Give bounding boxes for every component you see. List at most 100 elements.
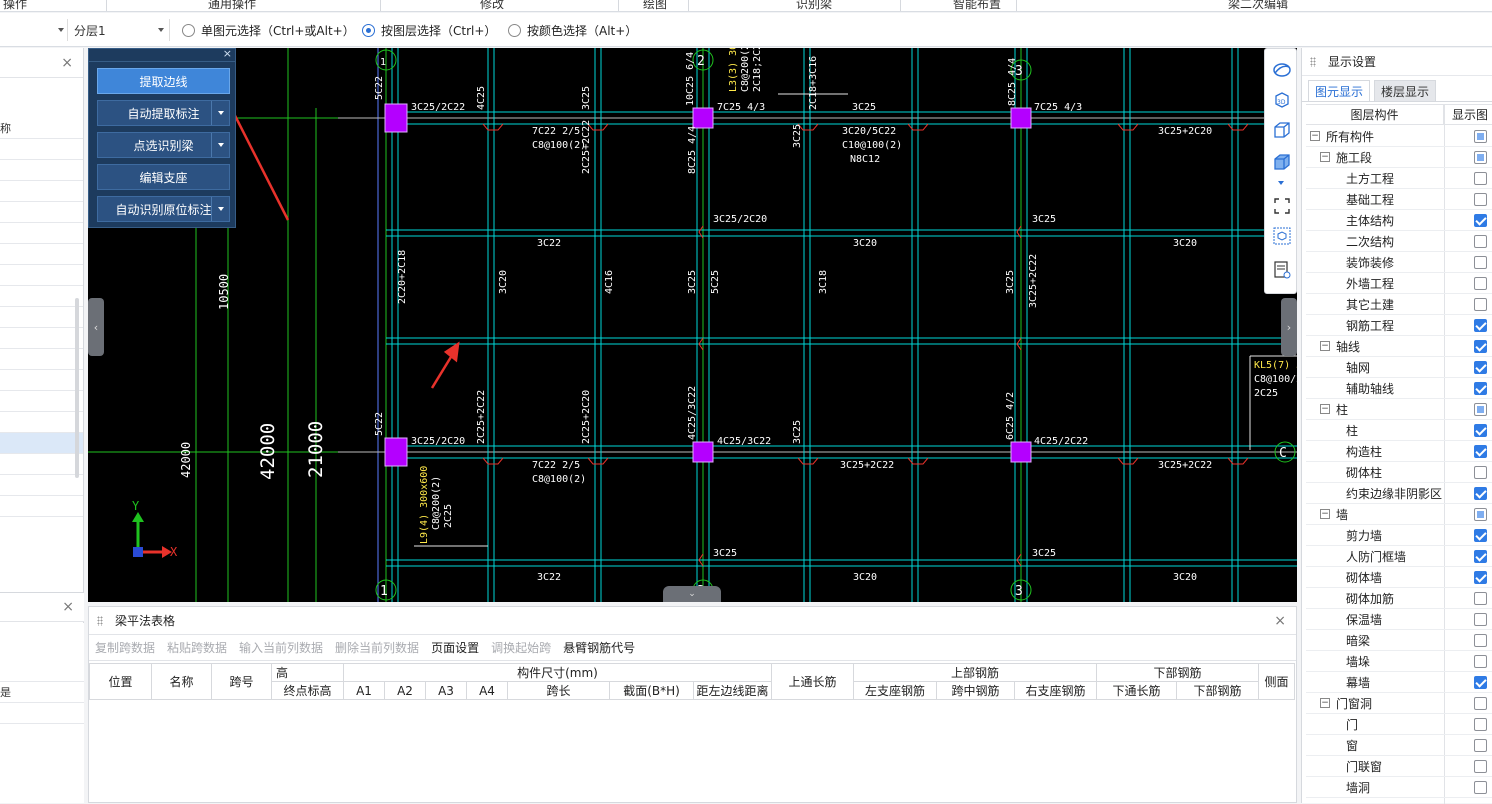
visibility-checkbox[interactable] bbox=[1474, 550, 1487, 563]
pick-identify-beam-button[interactable]: 点选识别梁 bbox=[97, 132, 230, 158]
ribbon-group-identify-beam[interactable]: 识别梁 bbox=[796, 0, 832, 11]
page-setup-button[interactable]: 页面设置 bbox=[431, 639, 479, 656]
left-pane-row[interactable] bbox=[0, 307, 83, 328]
collapse-toggle-icon[interactable]: − bbox=[1320, 341, 1330, 351]
left-pane-row[interactable] bbox=[0, 286, 83, 307]
close-icon[interactable]: × bbox=[1274, 614, 1286, 628]
left-pane-row[interactable]: 称 bbox=[0, 118, 83, 139]
visibility-checkbox[interactable] bbox=[1474, 781, 1487, 794]
left-pane-row-selected[interactable] bbox=[0, 433, 83, 454]
visibility-checkbox[interactable] bbox=[1474, 319, 1487, 332]
tree-row[interactable]: 门 bbox=[1306, 714, 1492, 735]
zoom-extent-icon[interactable] bbox=[1271, 195, 1292, 216]
dropdown-arrow[interactable] bbox=[211, 197, 229, 221]
tree-row[interactable]: − 墙 bbox=[1306, 504, 1492, 525]
visibility-checkbox[interactable] bbox=[1474, 340, 1487, 353]
left-pane-row[interactable] bbox=[0, 496, 83, 517]
left-pane-row[interactable] bbox=[0, 244, 83, 265]
tree-row[interactable]: 砌体柱 bbox=[1306, 462, 1492, 483]
list-settings-icon[interactable] bbox=[1271, 259, 1292, 280]
tree-row[interactable]: 门联窗 bbox=[1306, 756, 1492, 777]
tree-row[interactable]: 外墙工程 bbox=[1306, 273, 1492, 294]
dropdown-arrow[interactable] bbox=[211, 133, 229, 157]
left-pane-row[interactable] bbox=[0, 223, 83, 244]
collapse-toggle-icon[interactable]: − bbox=[1320, 509, 1330, 519]
auto-extract-label-button[interactable]: 自动提取标注 bbox=[97, 100, 230, 126]
tree-row[interactable]: 砌体墙 bbox=[1306, 567, 1492, 588]
left-pane-row[interactable] bbox=[0, 412, 83, 433]
cad-drawing-canvas[interactable]: 1 2 3 1 2 3 C Y X 10500 42000 42000 2100… bbox=[88, 48, 1297, 602]
tree-row[interactable]: 辅助轴线 bbox=[1306, 378, 1492, 399]
tab-floor-display[interactable]: 楼层显示 bbox=[1374, 80, 1437, 101]
radio-single-select[interactable]: 单图元选择（Ctrl+或Alt+） bbox=[182, 22, 355, 39]
close-icon[interactable]: × bbox=[223, 47, 232, 61]
drag-grip-icon[interactable] bbox=[1310, 57, 1316, 67]
tree-row[interactable]: 暗梁 bbox=[1306, 630, 1492, 651]
auto-identify-original-label-button[interactable]: 自动识别原位标注 bbox=[97, 196, 230, 222]
left-pane-row[interactable] bbox=[0, 391, 83, 412]
left-scrollbar[interactable] bbox=[75, 298, 79, 478]
tree-row[interactable]: 二次结构 bbox=[1306, 231, 1492, 252]
swap-start-span-button[interactable]: 调换起始跨 bbox=[491, 639, 551, 656]
close-icon[interactable]: × bbox=[62, 600, 74, 614]
copy-span-data-button[interactable]: 复制跨数据 bbox=[95, 639, 155, 656]
visibility-checkbox[interactable] bbox=[1474, 214, 1487, 227]
collapse-right-handle[interactable]: › bbox=[1281, 298, 1297, 356]
left-pane-lower-row[interactable]: 是 bbox=[0, 682, 84, 703]
tree-row[interactable]: 基础工程 bbox=[1306, 189, 1492, 210]
visibility-checkbox[interactable] bbox=[1474, 193, 1487, 206]
visibility-checkbox[interactable] bbox=[1474, 130, 1487, 143]
left-pane-row[interactable] bbox=[0, 475, 83, 496]
left-pane-row[interactable] bbox=[0, 349, 83, 370]
visibility-checkbox[interactable] bbox=[1474, 739, 1487, 752]
visibility-checkbox[interactable] bbox=[1474, 151, 1487, 164]
orbit-icon[interactable] bbox=[1271, 59, 1292, 80]
left-pane-row[interactable] bbox=[0, 181, 83, 202]
collapse-toggle-icon[interactable]: − bbox=[1320, 404, 1330, 414]
visibility-checkbox[interactable] bbox=[1474, 172, 1487, 185]
tree-row[interactable]: 砌体加筋 bbox=[1306, 588, 1492, 609]
visibility-checkbox[interactable] bbox=[1474, 424, 1487, 437]
tree-row[interactable]: 装饰装修 bbox=[1306, 252, 1492, 273]
tree-row[interactable]: − 施工段 bbox=[1306, 147, 1492, 168]
tree-row[interactable]: 墙洞 bbox=[1306, 777, 1492, 798]
visibility-checkbox[interactable] bbox=[1474, 760, 1487, 773]
visibility-checkbox[interactable] bbox=[1474, 592, 1487, 605]
cube-solid-icon[interactable] bbox=[1271, 151, 1292, 172]
visibility-checkbox[interactable] bbox=[1474, 718, 1487, 731]
collapse-bottom-handle[interactable]: ⌄ bbox=[663, 586, 721, 602]
ribbon-group-first[interactable]: 操作 bbox=[3, 0, 27, 11]
tab-element-display[interactable]: 图元显示 bbox=[1308, 80, 1371, 101]
collapse-toggle-icon[interactable]: − bbox=[1320, 698, 1330, 708]
extract-edge-button[interactable]: 提取边线 bbox=[97, 68, 230, 94]
tree-row[interactable]: 窗 bbox=[1306, 735, 1492, 756]
ribbon-group-modify[interactable]: 修改 bbox=[480, 0, 504, 11]
visibility-checkbox[interactable] bbox=[1474, 382, 1487, 395]
visibility-checkbox[interactable] bbox=[1474, 508, 1487, 521]
delete-column-data-button[interactable]: 删除当前列数据 bbox=[335, 639, 419, 656]
tree-row[interactable]: 约束边缘非阴影区 bbox=[1306, 483, 1492, 504]
left-pane-lower-row[interactable] bbox=[0, 661, 84, 682]
cube-wireframe-icon[interactable] bbox=[1271, 119, 1292, 140]
input-column-data-button[interactable]: 输入当前列数据 bbox=[239, 639, 323, 656]
left-pane-row[interactable] bbox=[0, 454, 83, 475]
visibility-checkbox[interactable] bbox=[1474, 697, 1487, 710]
visibility-checkbox[interactable] bbox=[1474, 571, 1487, 584]
visibility-checkbox[interactable] bbox=[1474, 445, 1487, 458]
tree-row[interactable]: − 所有构件 bbox=[1306, 126, 1492, 147]
tree-row[interactable]: 构造柱 bbox=[1306, 441, 1492, 462]
tree-row[interactable]: 剪力墙 bbox=[1306, 525, 1492, 546]
close-icon[interactable]: × bbox=[61, 56, 73, 70]
radio-color-select[interactable]: 按颜色选择（Alt+） bbox=[508, 22, 637, 39]
visibility-checkbox[interactable] bbox=[1474, 403, 1487, 416]
dropdown-arrow[interactable] bbox=[211, 101, 229, 125]
collapse-toggle-icon[interactable]: − bbox=[1320, 152, 1330, 162]
tree-row[interactable]: 幕墙 bbox=[1306, 672, 1492, 693]
left-pane-row[interactable] bbox=[0, 265, 83, 286]
chevron-down-icon[interactable] bbox=[1278, 181, 1284, 185]
visibility-checkbox[interactable] bbox=[1474, 466, 1487, 479]
tree-row[interactable]: 钢筋工程 bbox=[1306, 315, 1492, 336]
left-pane-row[interactable] bbox=[0, 328, 83, 349]
tree-row[interactable]: 土方工程 bbox=[1306, 168, 1492, 189]
ribbon-group-common[interactable]: 通用操作 bbox=[208, 0, 256, 11]
